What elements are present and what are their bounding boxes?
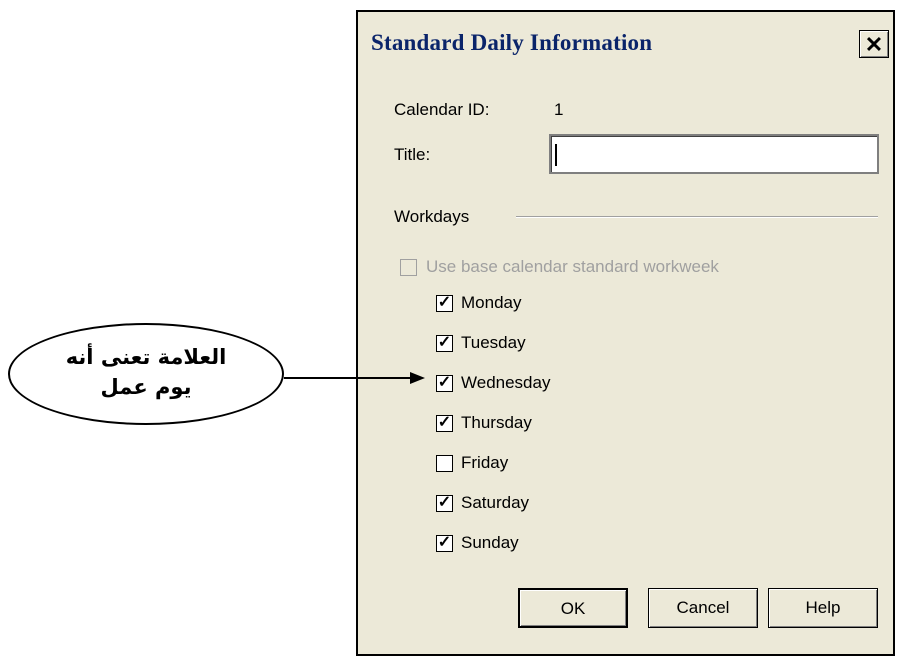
annotation-arrow xyxy=(284,372,425,384)
